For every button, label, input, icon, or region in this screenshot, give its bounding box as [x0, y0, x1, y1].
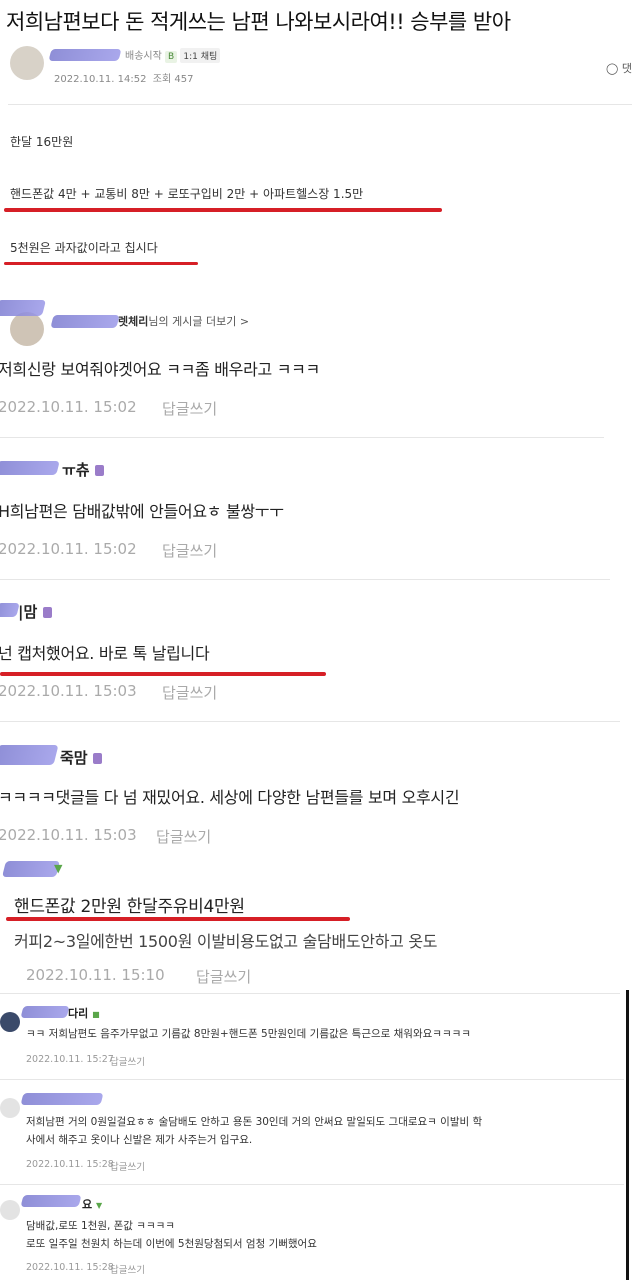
redacted-author-name: [0, 300, 46, 316]
divider: [0, 1184, 624, 1185]
reply-button[interactable]: 답글쓰기: [156, 826, 211, 847]
post-line-1: 한달 16만원: [10, 135, 74, 149]
post-line-2: 핸드폰값 4만 + 교통비 8만 + 로또구입비 2만 + 아파트헬스장 1.5…: [10, 187, 364, 201]
post-line-3: 5천원은 과자값이라고 칩시다: [10, 241, 158, 255]
comment-author-name: 죽맘: [60, 749, 88, 767]
redacted-author-name: [20, 1195, 82, 1207]
comment-date: 2022.10.11. 15:28: [26, 1159, 114, 1170]
comment-text: 저희신랑 보여줘야겟어요 ㅋㅋ좀 배우라고 ㅋㅋㅋ: [0, 360, 320, 379]
post-date: 2022.10.11. 14:52: [54, 74, 147, 85]
comment-text: 저희남편 거의 0원일걸요ㅎㅎ 술담배도 안하고 용돈 30인데 거의 안써요 …: [26, 1116, 483, 1128]
more-posts-link[interactable]: 님의 게시글 더보기 >: [148, 315, 249, 328]
author-meta: 배송시작 B 1:1 채팅: [125, 47, 221, 63]
redacted-author-name: [20, 1093, 104, 1105]
reply-button[interactable]: 답글쓰기: [196, 966, 251, 987]
level-icon: [94, 465, 104, 476]
comment-date: 2022.10.11. 15:02: [0, 398, 137, 416]
comment-text-line-2: 커피2~3일에한번 1500원 이발비용도없고 술담배도안하고 옷도: [14, 932, 438, 951]
reply-button[interactable]: 답글쓰기: [110, 1054, 145, 1068]
reply-button[interactable]: 답글쓰기: [162, 682, 217, 703]
comment-author: ㅠ츄: [62, 459, 104, 480]
red-underline: [6, 917, 350, 921]
level-icon: [92, 753, 102, 764]
comment-date: 2022.10.11. 15:03: [0, 682, 137, 700]
level-badge: B: [165, 51, 178, 63]
commenter-avatar[interactable]: [0, 1098, 20, 1118]
divider: [0, 579, 610, 580]
redacted-author-name: [0, 745, 59, 765]
redacted-author-name: [0, 603, 20, 617]
red-underline: [4, 262, 198, 265]
redacted-author-name: [20, 1006, 70, 1018]
comment-link-label: 댓: [621, 62, 632, 75]
views-count: 457: [174, 74, 194, 85]
author-avatar[interactable]: [10, 46, 44, 80]
level-icon: [42, 607, 52, 618]
comment-text: 담배값,로또 1천원, 폰값 ㅋㅋㅋㅋ: [26, 1220, 175, 1232]
border-line: [626, 990, 629, 1280]
comment-date: 2022.10.11. 15:10: [26, 966, 165, 984]
redacted-author-name: [50, 315, 120, 328]
comment-author: ▼: [54, 860, 62, 876]
post-meta: 2022.10.11. 14:52 조회 457: [54, 70, 193, 85]
leaf-icon: ▼: [95, 1201, 103, 1210]
divider: [0, 1079, 624, 1080]
level-icon: ■: [92, 1010, 100, 1019]
comment-author: 죽맘: [60, 747, 102, 768]
divider: [0, 721, 620, 722]
comment-text: ㅋㅋㅋㅋ댓글들 다 넘 재밌어요. 세상에 다양한 남편들를 보며 오후시긴: [0, 788, 460, 807]
author-suffix: 배송시작: [125, 51, 162, 62]
reply-button[interactable]: 답글쓰기: [110, 1262, 145, 1276]
comment-link[interactable]: ◯ 댓: [606, 60, 632, 76]
leaf-icon: ▼: [54, 862, 63, 875]
redacted-author-name: [2, 861, 60, 877]
comment-text: H희남편은 담배값밖에 안들어요ㅎ 불쌍ㅜㅜ: [0, 502, 284, 521]
comment-author: 요 ▼: [82, 1196, 102, 1212]
comment-author-name: |맘: [18, 603, 38, 621]
divider: [8, 104, 632, 105]
redacted-author-name: [48, 49, 122, 61]
comment-author-name: ㅠ츄: [62, 461, 90, 479]
reply-button[interactable]: 답글쓰기: [162, 398, 217, 419]
reply-button[interactable]: 답글쓰기: [162, 540, 217, 561]
red-underline: [4, 208, 442, 212]
comment-author: |맘: [18, 601, 52, 622]
comment-text: ㅋㅋ 저희남편도 음주가무없고 기름값 8만원+핸드폰 5만원인데 기름값은 특…: [26, 1028, 471, 1040]
chat-button[interactable]: 1:1 채팅: [180, 48, 221, 63]
comment-date: 2022.10.11. 15:03: [0, 826, 137, 844]
comment-author-name: 다리: [68, 1007, 89, 1020]
commenter-avatar[interactable]: [0, 1200, 20, 1220]
comment-text: 넌 캡처했어요. 바로 톡 날립니다: [0, 644, 210, 663]
author-name-suffix: 렛체리: [118, 315, 149, 328]
commenter-avatar[interactable]: [0, 1012, 20, 1032]
comment-author-name: 요: [82, 1198, 93, 1211]
comment-author: 다리 ■: [68, 1005, 100, 1021]
redacted-author-name: [0, 461, 60, 475]
comment-text: 핸드폰값 2만원 한달주유비4만원: [14, 897, 245, 917]
views-label: 조회: [152, 74, 172, 85]
author-more[interactable]: 렛체리님의 게시글 더보기 >: [118, 313, 249, 329]
divider: [0, 437, 604, 438]
comment-text-line-2: 로또 일주일 천원치 하는데 이번에 5천원당첨되서 엄청 기뻐했어요: [26, 1238, 317, 1250]
comment-date: 2022.10.11. 15:02: [0, 540, 137, 558]
comment-date: 2022.10.11. 15:27: [26, 1054, 114, 1065]
divider: [0, 993, 620, 994]
author-avatar[interactable]: [10, 312, 44, 346]
comment-icon: ◯: [606, 62, 619, 75]
comment-date: 2022.10.11. 15:28: [26, 1262, 114, 1273]
red-underline: [0, 672, 326, 676]
post-title: 저희남편보다 돈 적게쓰는 남편 나와보시라여!! 승부를 받아: [6, 10, 511, 34]
reply-button[interactable]: 답글쓰기: [110, 1159, 145, 1173]
comment-text-line-2: 사에서 해주고 옷이나 신발은 제가 사주는거 입구요.: [26, 1134, 253, 1146]
